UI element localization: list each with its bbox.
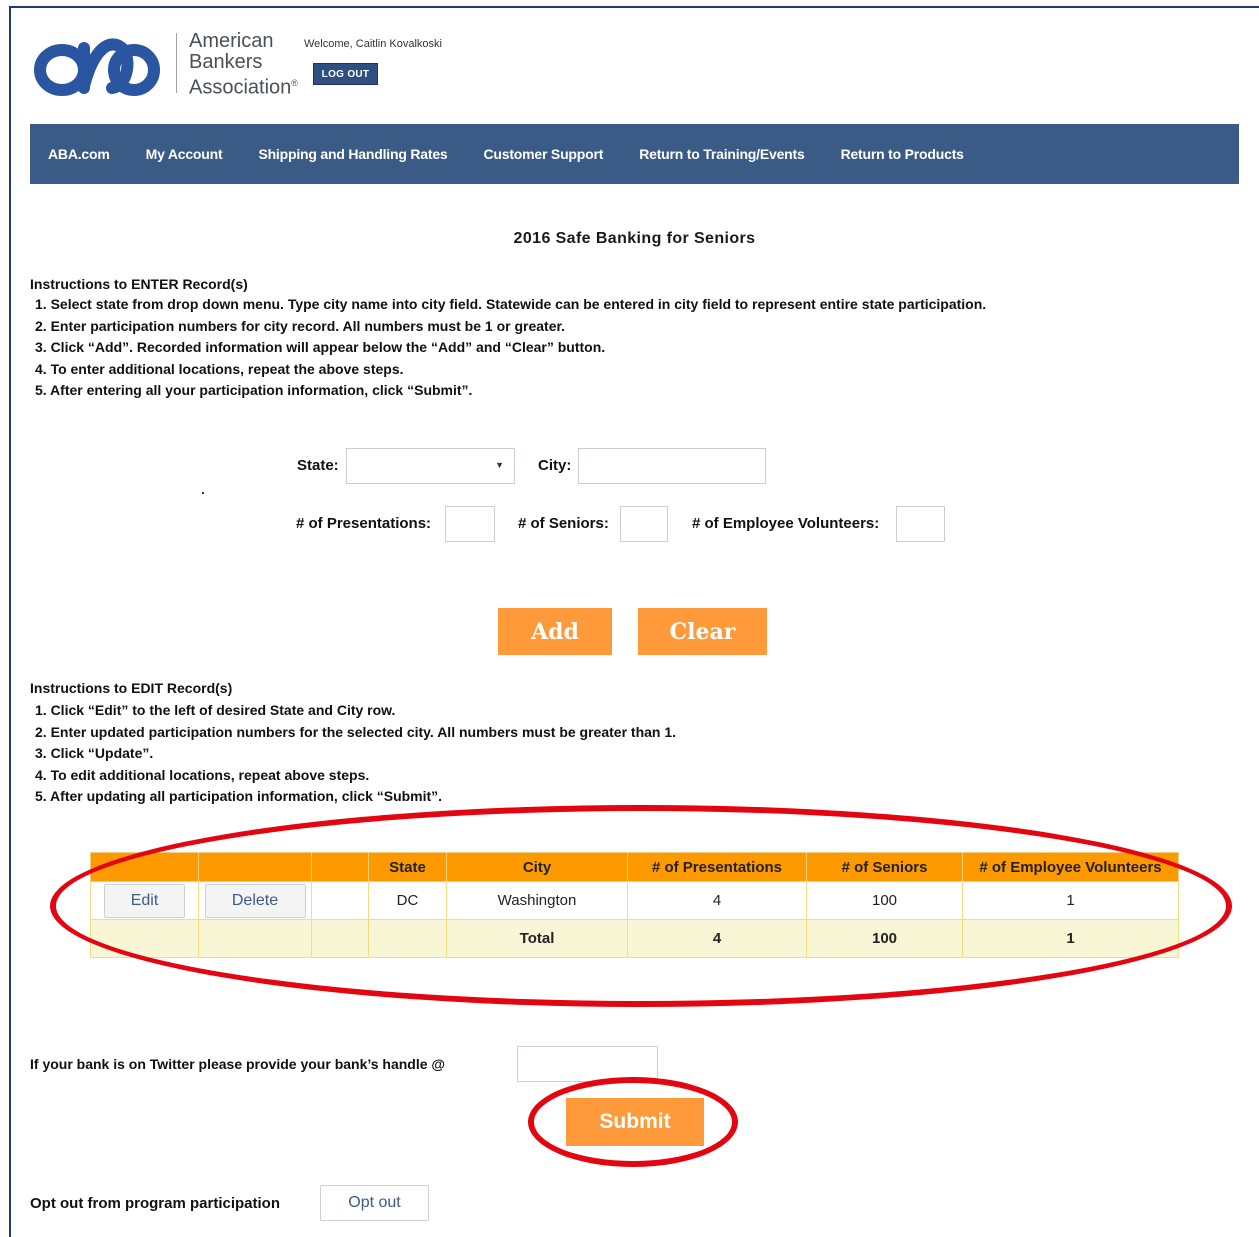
registered-mark: ® [291,78,298,88]
instruction-step: 5. After updating all participation info… [35,788,443,804]
instruction-step: 5. After entering all your participation… [35,382,473,398]
add-button[interactable]: Add [498,608,612,655]
brand-line-3: Association [189,76,292,99]
main-nav: ABA.com My Account Shipping and Handling… [30,124,1239,184]
seniors-label: # of Seniors: [518,515,609,532]
nav-my-account[interactable]: My Account [146,146,223,162]
instruction-step: 3. Click “Update”. [35,745,154,761]
optout-label: Opt out from program participation [30,1195,280,1212]
edit-instructions-heading: Instructions to EDIT Record(s) [30,680,233,696]
brand-name: American Bankers Association® [189,31,298,99]
nav-aba-com[interactable]: ABA.com [48,146,110,162]
chevron-down-icon: ▼ [495,460,504,470]
instruction-step: 1. Click “Edit” to the left of desired S… [35,702,396,718]
instruction-step: 1. Select state from drop down menu. Typ… [35,296,987,312]
logout-button[interactable]: LOG OUT [313,63,378,85]
twitter-label: If your bank is on Twitter please provid… [30,1056,446,1072]
edit-instructions-list: 1. Click “Edit” to the left of desired S… [35,700,676,808]
state-label: State: [297,457,339,474]
aba-logo-icon [34,38,160,96]
table-highlight-ellipse [50,805,1232,1007]
volunteers-label: # of Employee Volunteers: [692,515,880,532]
instruction-step: 4. To enter additional locations, repeat… [35,360,404,377]
nav-return-training[interactable]: Return to Training/Events [639,146,805,162]
nav-shipping-rates[interactable]: Shipping and Handling Rates [258,146,447,162]
brand-line-1: American [189,30,274,52]
page-title: 2016 Safe Banking for Seniors [513,230,756,247]
city-label: City: [538,457,572,474]
state-select[interactable]: ▼ [346,448,515,484]
seniors-input[interactable] [620,506,668,542]
volunteers-input[interactable] [896,506,945,542]
city-input[interactable] [578,448,766,484]
presentations-label: # of Presentations: [296,515,432,532]
submit-highlight-ellipse [528,1077,738,1167]
logo-divider [176,33,177,93]
instruction-step: 2. Enter updated participation numbers f… [35,723,677,740]
presentations-input[interactable] [445,506,495,542]
nav-return-products[interactable]: Return to Products [841,146,964,162]
instruction-step: 2. Enter participation numbers for city … [35,317,566,334]
clear-button[interactable]: Clear [638,608,767,655]
nav-customer-support[interactable]: Customer Support [484,146,604,162]
instruction-step: 3. Click “Add”. Recorded information wil… [35,339,606,355]
stray-dot [202,492,204,494]
enter-instructions-heading: Instructions to ENTER Record(s) [30,276,248,292]
brand-line-2: Bankers [189,51,263,73]
enter-instructions-list: 1. Select state from drop down menu. Typ… [35,294,986,402]
welcome-text: Welcome, Caitlin Kovalkoski [304,38,442,50]
optout-button[interactable]: Opt out [320,1185,429,1221]
instruction-step: 4. To edit additional locations, repeat … [35,766,370,783]
